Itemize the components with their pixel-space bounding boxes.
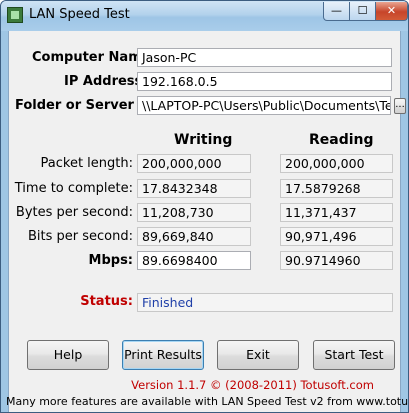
- minimize-button[interactable]: —: [323, 2, 350, 21]
- title-bar[interactable]: LAN Speed Test — ☐ ✕: [1, 1, 408, 31]
- bits-per-second-label: Bits per second:: [27, 229, 133, 244]
- status-label: Status:: [80, 294, 133, 309]
- version-text: Version 1.1.7 © (2008-2011) Totusoft.com: [131, 378, 374, 392]
- packet-length-label: Packet length:: [40, 156, 133, 171]
- mbps-writing: 89.6698400: [137, 251, 251, 270]
- app-icon: [7, 7, 23, 23]
- application-window: LAN Speed Test — ☐ ✕ Computer Name: Jaso…: [0, 0, 409, 413]
- main-panel: Computer Name: Jason-PC IP Address: 192.…: [6, 31, 408, 412]
- browse-button[interactable]: ...: [394, 98, 406, 114]
- bits-per-second-reading: 90,971,496: [280, 227, 393, 246]
- window-title: LAN Speed Test: [29, 7, 130, 22]
- ip-address-field[interactable]: 192.168.0.5: [137, 72, 392, 91]
- folder-path-input[interactable]: \\LAPTOP-PC\Users\Public\Documents\Test: [137, 96, 391, 115]
- start-test-button[interactable]: Start Test: [313, 340, 395, 370]
- close-button[interactable]: ✕: [375, 2, 408, 21]
- exit-button[interactable]: Exit: [217, 340, 299, 370]
- print-results-button[interactable]: Print Results: [122, 340, 204, 370]
- packet-length-writing: 200,000,000: [137, 154, 251, 173]
- writing-header: Writing: [174, 132, 233, 148]
- packet-length-reading: 200,000,000: [280, 154, 393, 173]
- bytes-per-second-label: Bytes per second:: [15, 205, 133, 220]
- ip-address-label: IP Address:: [64, 74, 148, 89]
- mbps-label: Mbps:: [88, 253, 133, 268]
- bits-per-second-writing: 89,669,840: [137, 227, 251, 246]
- maximize-button[interactable]: ☐: [349, 2, 376, 21]
- computer-name-field[interactable]: Jason-PC: [137, 48, 392, 67]
- mbps-reading: 90.9714960: [280, 251, 393, 270]
- reading-header: Reading: [309, 132, 374, 148]
- time-to-complete-label: Time to complete:: [14, 181, 133, 196]
- time-to-complete-writing: 17.8432348: [137, 179, 251, 198]
- promo-text: Many more features are available with LA…: [6, 395, 409, 408]
- bytes-per-second-reading: 11,371,437: [280, 203, 393, 222]
- time-to-complete-reading: 17.5879268: [280, 179, 393, 198]
- status-field: Finished: [137, 293, 393, 312]
- help-button[interactable]: Help: [27, 340, 109, 370]
- bytes-per-second-writing: 11,208,730: [137, 203, 251, 222]
